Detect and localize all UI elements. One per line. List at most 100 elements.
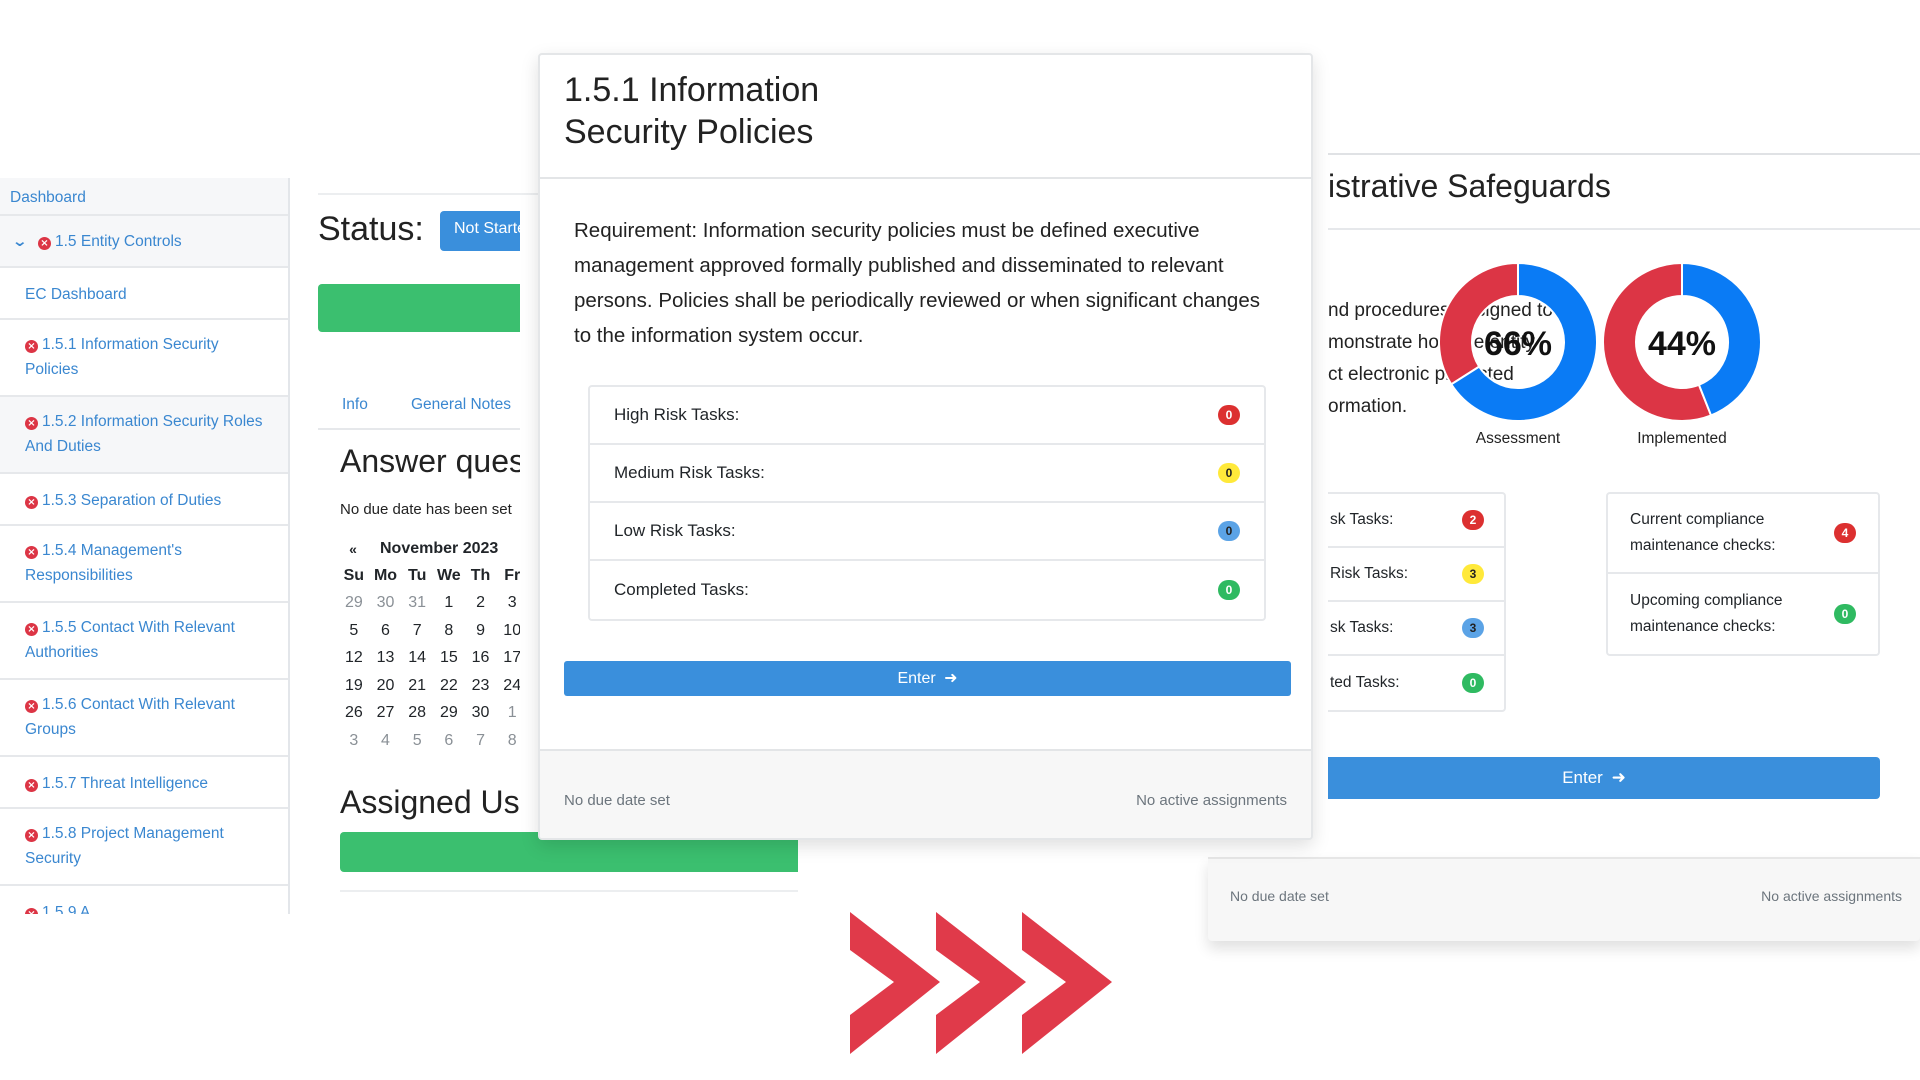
enter-button-label: Enter [897, 670, 936, 687]
tab-info[interactable]: Info [342, 396, 368, 414]
chevron-icon [936, 912, 1026, 1054]
sidebar-group-entity-controls[interactable]: ⌄ × 1.5 Entity Controls [0, 216, 288, 268]
calendar-day[interactable]: 31 [401, 594, 433, 612]
calendar-day[interactable]: 30 [370, 594, 402, 612]
calendar-day[interactable]: 3 [496, 594, 520, 612]
calendar-day[interactable]: 30 [465, 704, 497, 722]
calendar-week: 12 13 14 15 16 17 [338, 645, 520, 673]
calendar-day[interactable]: 14 [401, 649, 433, 667]
assessment-donut-chart: 66% [1438, 262, 1598, 422]
sidebar-item[interactable]: × 1.5.6 Contact With Relevant Groups [0, 680, 288, 757]
chevron-icon [850, 912, 940, 1054]
task-row: Medium Risk Tasks: 0 [590, 445, 1264, 503]
calendar-day[interactable]: 4 [370, 732, 402, 750]
tab-general-notes[interactable]: General Notes [411, 396, 511, 414]
calendar-day[interactable]: 5 [401, 732, 433, 750]
count-badge: 0 [1218, 405, 1240, 425]
calendar-week: 5 6 7 8 9 10 [338, 617, 520, 645]
count-badge: 2 [1462, 510, 1484, 530]
calendar-day[interactable]: 1 [433, 594, 465, 612]
calendar-day[interactable]: 20 [370, 677, 402, 695]
sidebar-item-label: 1.5.7 Threat Intelligence [42, 775, 209, 792]
task-summary-list: High Risk Tasks: 0 Medium Risk Tasks: 0 Low … [588, 385, 1266, 621]
calendar-day[interactable]: 8 [496, 732, 520, 750]
calendar-day[interactable]: 15 [433, 649, 465, 667]
divider [1328, 228, 1920, 230]
calendar-day[interactable]: 16 [465, 649, 497, 667]
x-circle-icon: × [25, 340, 38, 353]
calendar-day[interactable]: 7 [401, 622, 433, 640]
count-badge: 3 [1462, 564, 1484, 584]
calendar-day[interactable]: 23 [465, 677, 497, 695]
sidebar-item-label: 1.5.1 Information Security Policies [25, 336, 219, 378]
count-badge: 4 [1834, 523, 1856, 543]
x-circle-icon: × [25, 779, 38, 792]
calendar-day[interactable]: 24 [496, 677, 520, 695]
calendar-day[interactable]: 2 [465, 594, 497, 612]
status-button[interactable]: Not Started [440, 211, 520, 251]
assignment-status: No active assignments [1761, 888, 1902, 904]
x-circle-icon: × [25, 496, 38, 509]
arrow-right-icon: ➜ [1611, 768, 1626, 787]
calendar-day[interactable]: 9 [465, 622, 497, 640]
enter-button[interactable]: Enter ➜ [1328, 757, 1880, 799]
calendar-day[interactable]: 29 [433, 704, 465, 722]
calendar-day[interactable]: 19 [338, 677, 370, 695]
safeguards-title: istrative Safeguards [1328, 168, 1611, 204]
chevron-down-icon[interactable]: ⌄ [12, 229, 33, 254]
sidebar-item-label: 1.5.3 Separation of Duties [42, 492, 222, 509]
calendar-day[interactable]: 5 [338, 622, 370, 640]
enter-button[interactable]: Enter ➜ [564, 661, 1291, 696]
sidebar-item[interactable]: × 1.5.9 A [0, 886, 288, 914]
sidebar-item[interactable]: × 1.5.5 Contact With Relevant Authorities [0, 603, 288, 680]
calendar-day[interactable]: 10 [496, 622, 520, 640]
due-date-status: No due date set [564, 792, 670, 809]
sidebar-item[interactable]: × 1.5.3 Separation of Duties [0, 474, 288, 526]
sidebar-item[interactable]: EC Dashboard [0, 268, 288, 320]
calendar-day[interactable]: 13 [370, 649, 402, 667]
sidebar-item-label: EC Dashboard [25, 286, 127, 303]
x-circle-icon: × [25, 623, 38, 636]
weekday-label: Mo [373, 566, 398, 584]
task-label: High Risk Tasks: [614, 405, 740, 424]
calendar-day[interactable]: 27 [370, 704, 402, 722]
calendar-day[interactable]: 28 [401, 704, 433, 722]
calendar-grid: 29 30 31 1 2 3 5 6 7 8 9 10 12 13 14 15 16 17 19 20 21 22 23 24… [338, 590, 520, 755]
calendar-day[interactable]: 12 [338, 649, 370, 667]
assigned-users-heading: Assigned Users [340, 784, 520, 820]
calendar-day[interactable]: 22 [433, 677, 465, 695]
task-label: Completed Tasks: [614, 580, 749, 599]
sidebar-item[interactable]: × 1.5.4 Management's Responsibilities [0, 526, 288, 603]
calendar-day[interactable]: 21 [401, 677, 433, 695]
sidebar-item-dashboard[interactable]: Dashboard [0, 178, 288, 216]
task-row: ted Tasks: 0 [1328, 656, 1504, 710]
calendar-day[interactable]: 17 [496, 649, 520, 667]
x-circle-icon: × [25, 908, 38, 914]
compliance-checks-list: Current compliance maintenance checks: 4 U… [1606, 492, 1880, 656]
status-label: Status: [318, 210, 424, 248]
calendar-day[interactable]: 7 [465, 732, 497, 750]
calendar-day[interactable]: 3 [338, 732, 370, 750]
sidebar-item[interactable]: × 1.5.1 Information Security Policies [0, 320, 288, 397]
sidebar-item[interactable]: × 1.5.8 Project Management Security [0, 809, 288, 886]
progress-bar [318, 284, 520, 332]
calendar-day[interactable]: 6 [433, 732, 465, 750]
calendar-day[interactable]: 26 [338, 704, 370, 722]
calendar-day[interactable]: 1 [496, 704, 520, 722]
sidebar-item[interactable]: × 1.5.7 Threat Intelligence [0, 757, 288, 809]
x-circle-icon: × [25, 829, 38, 842]
calendar-day[interactable]: 8 [433, 622, 465, 640]
task-summary-list: sk Tasks: 2 Risk Tasks: 3 sk Tasks: 3 ted Task… [1328, 492, 1506, 712]
task-label: ted Tasks: [1330, 674, 1400, 691]
prev-month-button[interactable]: « [338, 541, 368, 557]
calendar-month-label[interactable]: November 2023 [368, 540, 498, 558]
task-row: High Risk Tasks: 0 [590, 387, 1264, 445]
weekday-header: Su Mo Tu We Th Fr [338, 562, 520, 590]
weekday-label: Fr [504, 566, 520, 584]
calendar-day[interactable]: 6 [370, 622, 402, 640]
sidebar: Dashboard ⌄ × 1.5 Entity Controls EC Dash… [0, 178, 290, 914]
sidebar-item[interactable]: × 1.5.2 Information Security Roles And Du… [0, 397, 288, 474]
calendar-week: 345678 [338, 727, 520, 755]
calendar-day[interactable]: 29 [338, 594, 370, 612]
tabs: Info General Notes [318, 388, 520, 430]
